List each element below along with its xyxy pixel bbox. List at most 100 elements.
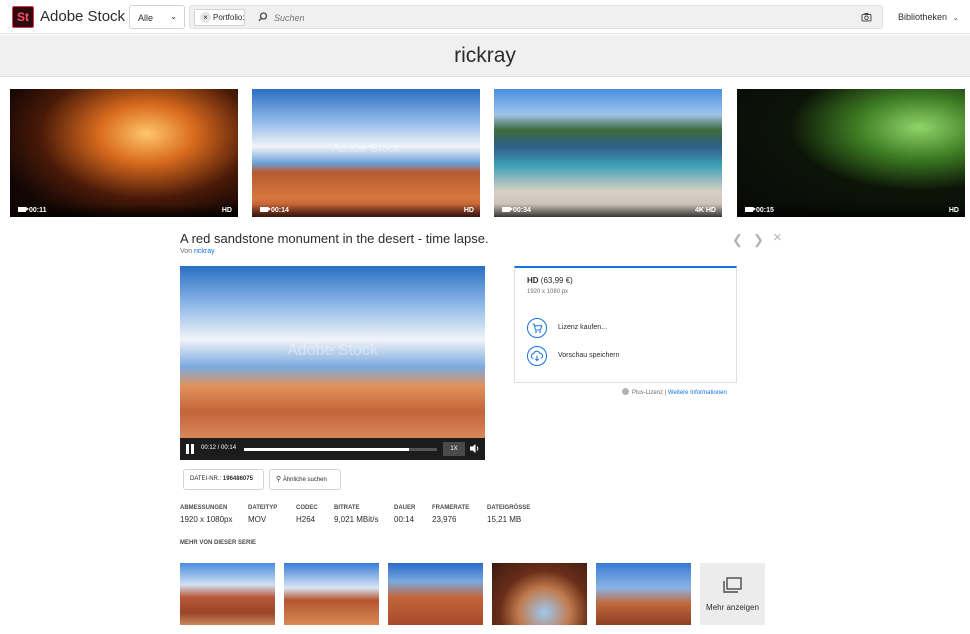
license-price: (63,99 €) [540, 276, 573, 285]
thumbnail-info-bar: 00:15 HD [737, 204, 965, 217]
meta-codec: CODEC H264 [296, 505, 318, 524]
volume-icon[interactable] [470, 443, 480, 454]
portfolio-chip[interactable]: × Portfolio: [194, 9, 245, 26]
video-thumbnail[interactable]: 00:11 HD [10, 89, 238, 217]
search-input[interactable] [274, 11, 834, 25]
camera-icon[interactable] [861, 12, 872, 22]
watermark: Adobe Stock [331, 141, 401, 155]
find-similar-button[interactable]: ⚲ Ähnliche suchen [269, 469, 341, 490]
chevron-down-icon: ⌄ [170, 12, 177, 21]
close-icon[interactable]: × [773, 229, 782, 246]
video-thumbnail[interactable]: 00:15 HD [737, 89, 965, 217]
buy-license-button[interactable]: Lizenz kaufen... [527, 318, 727, 338]
libraries-menu[interactable]: Bibliotheken ⌄ [898, 12, 958, 22]
chevron-left-icon[interactable]: ❮ [732, 232, 743, 248]
show-more-button[interactable]: Mehr anzeigen [700, 563, 765, 625]
thumbnail-quality: 4K HD [694, 207, 716, 214]
cloud-download-icon [527, 346, 547, 366]
license-name: HD (63,99 €) [527, 276, 573, 285]
thumbnail-info-bar: 00:34 4K HD [494, 204, 722, 217]
search-bar: × Portfolio: [189, 5, 883, 29]
meta-value: H264 [296, 515, 316, 524]
meta-value: MOV [248, 515, 267, 524]
file-number-button[interactable]: DATEI-NR.: 196486075 [183, 469, 264, 490]
cart-icon [527, 318, 547, 338]
meta-key: DAUER [394, 505, 416, 511]
meta-framerate: FRAMERATE 23,976 [432, 505, 469, 524]
more-info-link[interactable]: Weitere Informationen [668, 390, 727, 396]
author-link[interactable]: rickray [194, 248, 215, 255]
meta-key: DATEIGRÖSSE [487, 505, 531, 511]
meta-key: FRAMERATE [432, 505, 470, 511]
meta-value: 15,21 MB [487, 515, 522, 524]
series-thumbnail[interactable] [388, 563, 483, 625]
file-number-value: 196486075 [222, 476, 253, 482]
portfolio-chip-label: Portfolio: [213, 13, 245, 22]
page-title: rickray [454, 44, 516, 67]
series-thumbnail[interactable] [492, 563, 587, 625]
close-icon[interactable]: × [200, 12, 211, 23]
libraries-label: Bibliotheken [898, 12, 948, 22]
find-similar-label: Ähnliche suchen [282, 477, 327, 483]
playback-time: 00:12 / 00:14 [201, 445, 237, 451]
video-player[interactable]: Adobe Stock 00:12 / 00:14 1X [180, 266, 485, 460]
thumbnail-quality: HD [463, 207, 474, 214]
show-more-label: Mehr anzeigen [706, 603, 759, 612]
title-band: rickray [0, 35, 970, 77]
save-preview-label: Vorschau speichern [558, 352, 620, 359]
video-icon [745, 207, 756, 212]
series-heading: MEHR VON DIESER SERIE [180, 540, 257, 546]
video-icon [18, 207, 29, 212]
meta-value: 1920 x 1080px [180, 515, 233, 524]
pause-icon[interactable] [186, 444, 194, 454]
series-thumbnail[interactable] [180, 563, 275, 625]
meta-key: CODEC [296, 505, 318, 511]
author-line: Von rickray [180, 248, 215, 255]
app-title[interactable]: Adobe Stock [40, 8, 125, 25]
meta-key: BITRATE [334, 505, 360, 511]
video-thumbnail[interactable]: Adobe Stock 00:14 HD [252, 89, 480, 217]
video-icon [502, 207, 513, 212]
watermark: Adobe Stock [287, 342, 378, 359]
asset-title: A red sandstone monument in the desert -… [180, 231, 489, 246]
stack-icon [723, 577, 742, 593]
file-number-label: DATEI-NR.: [190, 476, 222, 482]
chevron-down-icon: ⌄ [952, 15, 959, 22]
speed-button[interactable]: 1X [443, 442, 465, 456]
search-icon [258, 12, 268, 22]
meta-key: ABMESSUNGEN [180, 505, 228, 511]
meta-bitrate: BITRATE 9,021 MBit/s [334, 505, 378, 524]
thumbnail-duration: 00:11 [29, 207, 47, 214]
check-circle-icon [622, 388, 629, 395]
series-thumbnail[interactable] [284, 563, 379, 625]
license-panel: HD (63,99 €) 1920 x 1080 px Lizenz kaufe… [514, 266, 737, 383]
license-type: HD [527, 276, 539, 285]
by-prefix: Von [180, 248, 193, 255]
meta-key: DATEITYP [248, 505, 278, 511]
chevron-right-icon[interactable]: ❯ [753, 232, 764, 248]
top-bar: St Adobe Stock Alle ⌄ × Portfolio: Bibli… [0, 0, 970, 34]
thumbnail-duration: 00:34 [513, 207, 531, 214]
buy-license-label: Lizenz kaufen... [558, 324, 608, 331]
license-resolution: 1920 x 1080 px [527, 289, 569, 295]
search-icon: ⚲ [276, 476, 282, 483]
thumbnail-info-bar: 00:11 HD [10, 204, 238, 217]
meta-dimensions: ABMESSUNGEN 1920 x 1080px [180, 505, 233, 524]
thumbnail-quality: HD [948, 207, 959, 214]
video-icon [260, 207, 271, 212]
thumbnail-quality: HD [221, 207, 232, 214]
meta-value: 23,976 [432, 515, 457, 524]
meta-value: 00:14 [394, 515, 415, 524]
filter-select[interactable]: Alle ⌄ [129, 5, 185, 29]
filter-select-value: Alle [138, 13, 154, 23]
progress-track[interactable] [244, 448, 437, 451]
meta-duration: DAUER 00:14 [394, 505, 415, 524]
thumbnail-duration: 00:14 [271, 207, 289, 214]
plus-license-info: Plus-Lizenz | Weitere Informationen [622, 388, 727, 396]
video-thumbnail[interactable]: 00:34 4K HD [494, 89, 722, 217]
thumbnail-info-bar: 00:14 HD [252, 204, 480, 217]
adobe-stock-logo[interactable]: St [12, 6, 34, 28]
player-controls: 00:12 / 00:14 1X [180, 438, 485, 460]
save-preview-button[interactable]: Vorschau speichern [527, 346, 727, 366]
series-thumbnail[interactable] [596, 563, 691, 625]
